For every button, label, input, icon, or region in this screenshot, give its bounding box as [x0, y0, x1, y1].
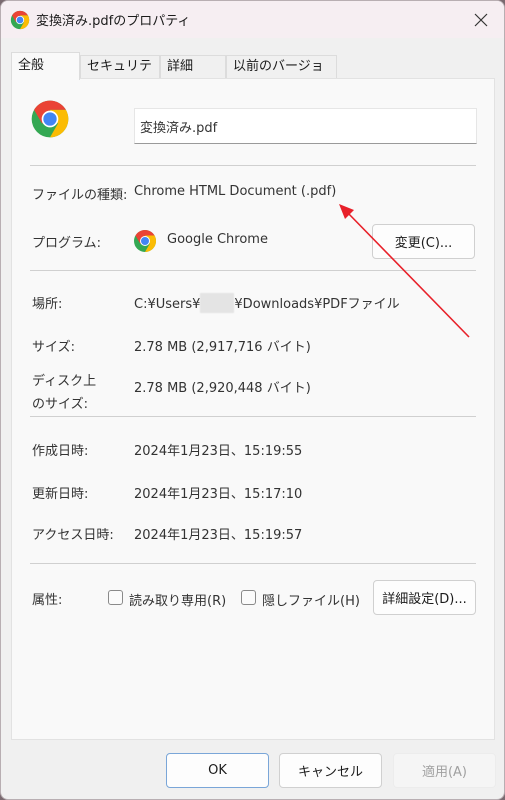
cancel-button[interactable]: キャンセル: [279, 753, 382, 788]
program-label: プログラム:: [32, 236, 101, 251]
button-label: キャンセル: [297, 765, 363, 780]
disk-size-label-line1: ディスク上: [32, 374, 97, 389]
redacted-username: [200, 293, 235, 313]
disk-size-value: 2.78 MB (2,920,448 バイト): [134, 381, 311, 396]
button-label: OK: [208, 763, 227, 778]
accessed-value: 2024年1月23日、15:19:57: [134, 528, 303, 543]
filename-input[interactable]: [134, 108, 477, 144]
created-value: 2024年1月23日、15:19:55: [134, 444, 303, 459]
separator: [30, 416, 476, 417]
separator: [30, 563, 476, 564]
disk-size-label-line2: のサイズ:: [32, 397, 88, 412]
tab-previous-versions[interactable]: 以前のバージョン: [226, 55, 337, 96]
general-panel: ファイルの種類: Chrome HTML Document (.pdf) プログ…: [11, 78, 495, 740]
chrome-icon: [10, 10, 30, 30]
attributes-label: 属性:: [32, 593, 63, 608]
button-label: 適用(A): [421, 765, 468, 780]
close-icon: [474, 13, 488, 26]
button-label: 変更(C)...: [394, 236, 453, 251]
window-title: 変換済み.pdfのプロパティ: [36, 14, 191, 29]
location-label: 場所:: [32, 297, 63, 312]
location-value: C:¥Users¥ ¥Downloads¥PDFファイル: [134, 293, 400, 313]
change-program-button[interactable]: 変更(C)...: [372, 224, 475, 259]
separator: [30, 270, 476, 271]
accessed-label: アクセス日時:: [32, 528, 114, 543]
ok-button[interactable]: OK: [166, 753, 269, 788]
hidden-label[interactable]: 隠しファイル(H): [262, 590, 360, 609]
apply-button[interactable]: 適用(A): [393, 753, 496, 788]
location-suffix: ¥Downloads¥PDFファイル: [234, 297, 400, 312]
file-type-label: ファイルの種類:: [32, 188, 128, 203]
file-type-value: Chrome HTML Document (.pdf): [134, 184, 337, 199]
tab-details[interactable]: 詳細: [160, 55, 226, 79]
size-value: 2.78 MB (2,917,716 バイト): [134, 340, 311, 355]
tab-label: 詳細: [167, 59, 194, 74]
properties-dialog: 変換済み.pdfのプロパティ 全般 セキュリティ 詳細 以前のバージョン ファイ…: [0, 0, 505, 800]
separator: [30, 165, 476, 166]
size-label: サイズ:: [32, 340, 75, 355]
readonly-label[interactable]: 読み取り専用(R): [129, 590, 226, 609]
advanced-attributes-button[interactable]: 詳細設定(D)...: [373, 580, 476, 615]
readonly-checkbox[interactable]: [108, 590, 123, 605]
tab-general[interactable]: 全般: [11, 52, 80, 80]
tab-security[interactable]: セキュリティ: [80, 55, 160, 96]
button-label: 詳細設定(D)...: [382, 592, 467, 607]
hidden-checkbox[interactable]: [241, 590, 256, 605]
modified-label: 更新日時:: [32, 487, 89, 502]
created-label: 作成日時:: [32, 444, 89, 459]
title-bar: 変換済み.pdfのプロパティ: [1, 1, 504, 38]
chrome-icon: [134, 230, 156, 252]
chrome-icon: [31, 100, 69, 138]
location-prefix: C:¥Users¥: [134, 297, 201, 312]
program-value: Google Chrome: [167, 232, 268, 247]
modified-value: 2024年1月23日、15:17:10: [134, 487, 303, 502]
close-button[interactable]: [458, 1, 504, 38]
tab-label: 全般: [18, 58, 45, 73]
